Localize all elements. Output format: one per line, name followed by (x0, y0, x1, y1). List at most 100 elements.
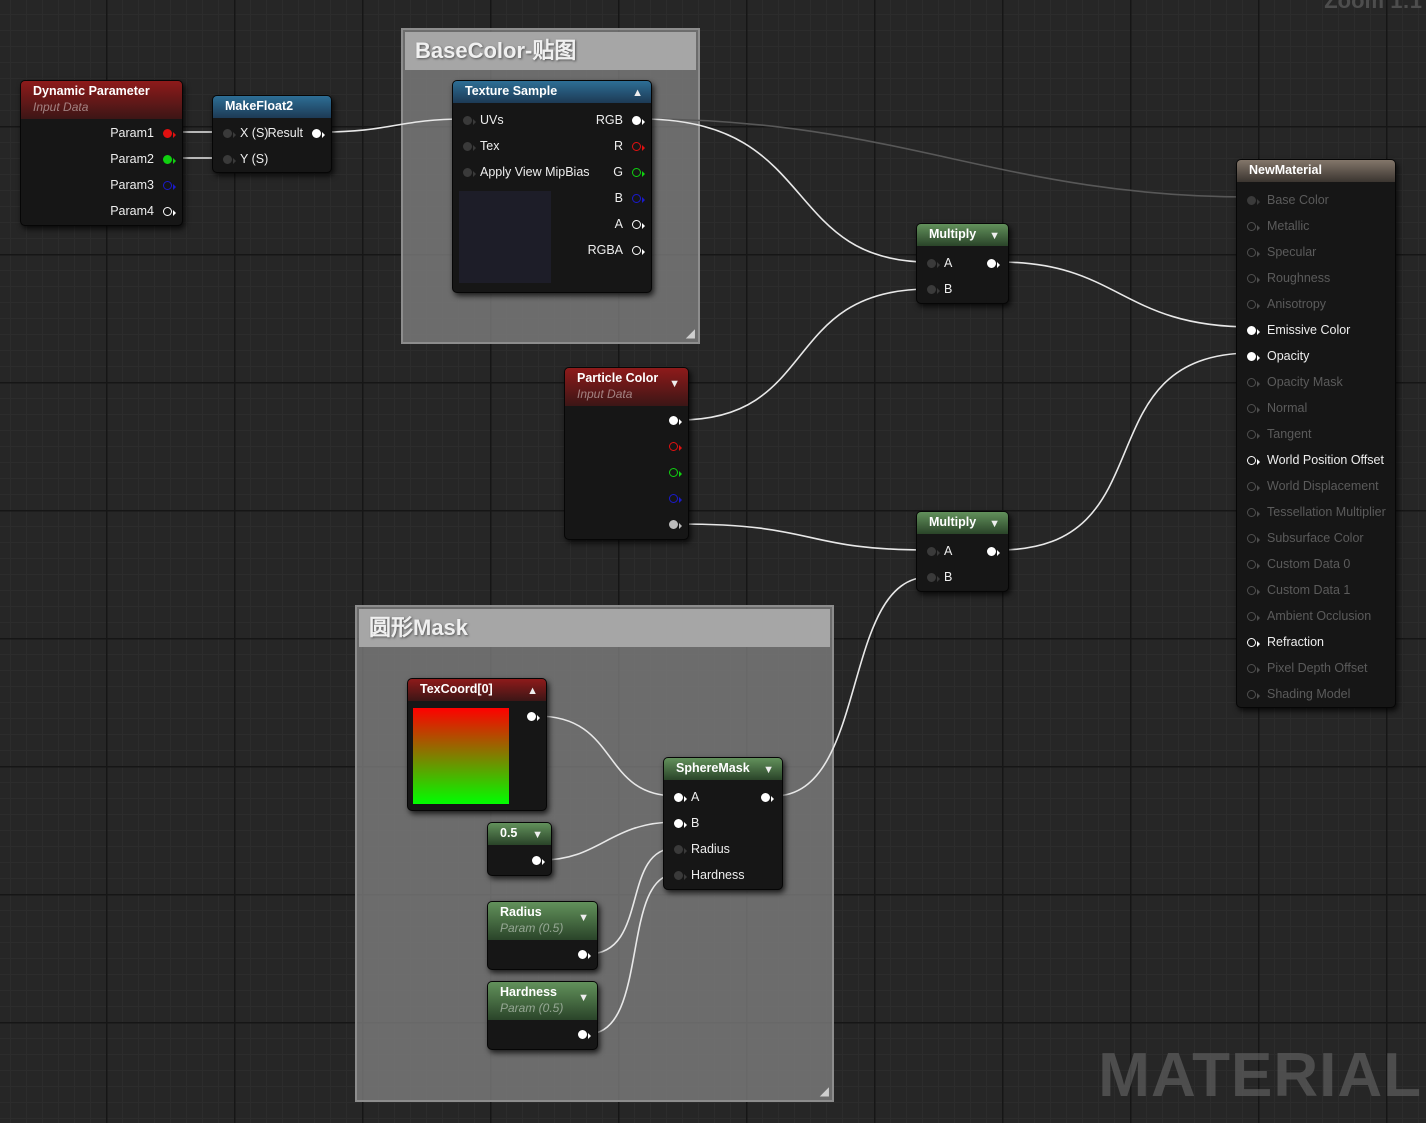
collapse-arrow-icon[interactable]: ▲ (632, 87, 643, 99)
output-pin-a[interactable] (632, 220, 645, 229)
node-subtitle: Param (0.5) (500, 1001, 564, 1015)
input-pin-b[interactable] (927, 285, 940, 294)
collapse-arrow-icon[interactable]: ▲ (527, 685, 538, 697)
output-label-rgba: RGBA (587, 243, 623, 257)
input-label-uvs: UVs (480, 113, 504, 127)
output-pin-param2[interactable] (163, 155, 176, 164)
material-input-pin[interactable] (1247, 560, 1260, 569)
material-input-pin[interactable] (1247, 222, 1260, 231)
output-pin[interactable] (578, 1030, 591, 1039)
collapse-arrow-icon[interactable]: ▼ (532, 829, 543, 841)
collapse-arrow-icon[interactable]: ▼ (989, 518, 1000, 530)
node-title: Radius (500, 905, 542, 919)
collapse-arrow-icon[interactable]: ▼ (669, 378, 680, 390)
resize-handle-icon[interactable]: ◢ (686, 326, 695, 340)
output-pin[interactable] (527, 712, 540, 721)
output-pin-r[interactable] (669, 442, 682, 451)
material-input-pin[interactable] (1247, 482, 1260, 491)
output-pin-rgba[interactable] (632, 246, 645, 255)
material-input-pin[interactable] (1247, 534, 1260, 543)
material-input-pin[interactable] (1247, 326, 1260, 335)
node-makefloat2[interactable]: MakeFloat2 X (S) Result Y (S) (212, 95, 332, 173)
output-pin-b[interactable] (632, 194, 645, 203)
comment-mask-title[interactable]: 圆形Mask (359, 609, 830, 647)
material-input-pin[interactable] (1247, 586, 1260, 595)
material-input-label: Tangent (1267, 427, 1312, 441)
input-pin-x[interactable] (223, 129, 236, 138)
output-pin[interactable] (987, 259, 1000, 268)
output-pin-g[interactable] (669, 468, 682, 477)
output-pin-rgb[interactable] (669, 416, 682, 425)
input-label-x: X (S) (240, 126, 269, 140)
material-input-pin[interactable] (1247, 274, 1260, 283)
material-input-pin[interactable] (1247, 690, 1260, 699)
output-pin-result[interactable] (312, 129, 325, 138)
input-pin-hardness[interactable] (674, 871, 687, 880)
node-radius-param[interactable]: Radius Param (0.5) ▼ (487, 901, 598, 970)
node-title: 0.5 (500, 826, 518, 840)
material-input-pin[interactable] (1247, 378, 1260, 387)
material-input-pin[interactable] (1247, 248, 1260, 257)
material-input-pin[interactable] (1247, 404, 1260, 413)
input-pin-b[interactable] (927, 573, 940, 582)
input-pin-radius[interactable] (674, 845, 687, 854)
node-title: NewMaterial (1249, 163, 1322, 177)
input-pin-mipbias[interactable] (463, 168, 476, 177)
wire-particle-multiply1b (678, 288, 930, 421)
output-pin-b[interactable] (669, 494, 682, 503)
node-particle-color[interactable]: Particle Color Input Data ▼ (564, 367, 689, 540)
input-label-b: B (944, 282, 953, 296)
input-pin-a[interactable] (674, 793, 687, 802)
node-title: MakeFloat2 (225, 99, 294, 113)
output-pin-param4[interactable] (163, 207, 176, 216)
node-dynamic-parameter[interactable]: Dynamic Parameter Input Data Param1 Para… (20, 80, 183, 226)
input-pin-a[interactable] (927, 259, 940, 268)
material-input-pin[interactable] (1247, 508, 1260, 517)
material-input-pin[interactable] (1247, 456, 1260, 465)
output-pin-g[interactable] (632, 168, 645, 177)
node-material-result[interactable]: NewMaterial Base Color Metallic Specular Ro… (1236, 159, 1396, 708)
output-pin-param3[interactable] (163, 181, 176, 190)
node-hardness-param[interactable]: Hardness Param (0.5) ▼ (487, 981, 598, 1050)
material-input-pin[interactable] (1247, 196, 1260, 205)
node-multiply-2[interactable]: Multiply ▼ A B (916, 511, 1009, 592)
output-pin-a[interactable] (669, 520, 682, 529)
node-spheremask[interactable]: SphereMask ▼ A B Radius Hardness (663, 757, 783, 890)
output-pin-param1[interactable] (163, 129, 176, 138)
resize-handle-icon[interactable]: ◢ (820, 1084, 829, 1098)
collapse-arrow-icon[interactable]: ▼ (989, 230, 1000, 242)
node-constant[interactable]: 0.5 ▼ (487, 822, 552, 876)
material-input-pin[interactable] (1247, 300, 1260, 309)
material-input-label: Base Color (1267, 193, 1329, 207)
comment-basecolor-title[interactable]: BaseColor-贴图 (405, 32, 696, 70)
material-input-pin[interactable] (1247, 664, 1260, 673)
node-texcoord[interactable]: TexCoord[0] ▲ (407, 678, 547, 811)
output-pin-rgb[interactable] (632, 116, 645, 125)
graph-type-watermark: MATERIAL (1098, 1041, 1422, 1110)
material-input-label: Refraction (1267, 635, 1324, 649)
output-pin[interactable] (987, 547, 1000, 556)
material-input-label: Pixel Depth Offset (1267, 661, 1368, 675)
texcoord-preview-thumbnail (413, 708, 509, 804)
input-pin-b[interactable] (674, 819, 687, 828)
input-pin-uvs[interactable] (463, 116, 476, 125)
collapse-arrow-icon[interactable]: ▼ (763, 764, 774, 776)
material-input-pin[interactable] (1247, 612, 1260, 621)
output-pin[interactable] (578, 950, 591, 959)
input-pin-y[interactable] (223, 155, 236, 164)
output-pin-r[interactable] (632, 142, 645, 151)
material-input-pin[interactable] (1247, 352, 1260, 361)
input-pin-tex[interactable] (463, 142, 476, 151)
material-input-pin[interactable] (1247, 638, 1260, 647)
collapse-arrow-icon[interactable]: ▼ (578, 912, 589, 924)
input-pin-a[interactable] (927, 547, 940, 556)
node-texture-sample[interactable]: Texture Sample ▲ UVs Tex Apply View MipB… (452, 80, 652, 293)
collapse-arrow-icon[interactable]: ▼ (578, 992, 589, 1004)
node-title: SphereMask (676, 761, 750, 775)
output-pin[interactable] (532, 856, 545, 865)
output-pin[interactable] (761, 793, 774, 802)
node-multiply-1[interactable]: Multiply ▼ A B (916, 223, 1009, 304)
material-input-pin[interactable] (1247, 430, 1260, 439)
material-input-label: Ambient Occlusion (1267, 609, 1372, 623)
material-input-label: Subsurface Color (1267, 531, 1364, 545)
